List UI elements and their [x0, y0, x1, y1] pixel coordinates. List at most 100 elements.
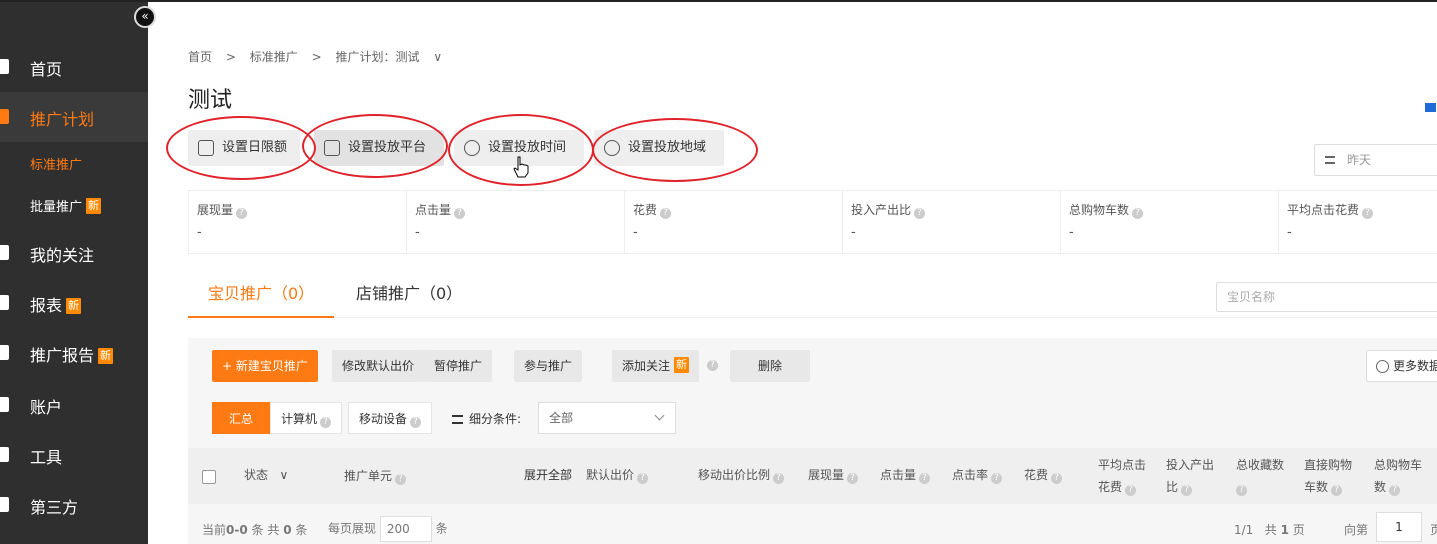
- sidebar-item-label: 第三方: [30, 498, 79, 517]
- account-icon: [0, 397, 9, 412]
- set-region-button[interactable]: 设置投放地域: [594, 130, 724, 166]
- metric-roi: 投入产出比? -: [843, 191, 1061, 253]
- th-ctr: 点击率?: [952, 464, 1003, 486]
- breadcrumb-standard[interactable]: 标准推广: [250, 50, 298, 64]
- help-icon: ?: [914, 208, 926, 219]
- set-platform-button[interactable]: 设置投放平台: [314, 130, 444, 166]
- pause-button[interactable]: 暂停推广: [424, 350, 493, 382]
- th-favorites: 总收藏数?: [1236, 458, 1285, 496]
- platform-icon: [324, 140, 340, 156]
- th-roi: 投入产出比?: [1166, 458, 1215, 496]
- select-all-checkbox[interactable]: [202, 470, 216, 484]
- clock-icon: [464, 140, 480, 156]
- th-cost: 花费?: [1024, 464, 1063, 486]
- expand-all-link[interactable]: 展开全部: [524, 464, 572, 486]
- breadcrumb-home[interactable]: 首页: [188, 50, 212, 64]
- record-summary: 当前0-0 条 共 0 条: [202, 523, 308, 537]
- sidebar-item-label: 首页: [30, 60, 63, 79]
- sidebar-item-label: 工具: [30, 448, 63, 467]
- location-icon: [604, 140, 620, 156]
- set-daily-limit-button[interactable]: 设置日限额: [188, 130, 300, 166]
- item-panel: + 新建宝贝推广 修改默认出价 暂停推广 参与推广 添加关注新 ? 删除 更多数…: [188, 338, 1437, 544]
- breadcrumb-plan: 推广计划：测试: [335, 50, 420, 64]
- breadcrumb-dropdown-icon[interactable]: ∨: [433, 50, 442, 64]
- sidebar-item-tools[interactable]: 工具: [0, 430, 148, 480]
- metric-avg-cpc: 平均点击花费? -: [1279, 191, 1437, 253]
- th-default-bid: 默认出价?: [586, 464, 649, 486]
- page-title: 测试: [188, 88, 233, 113]
- help-icon: ?: [454, 208, 466, 219]
- sidebar-item-report[interactable]: 报表新: [0, 278, 148, 328]
- subitem-label: 批量推广: [30, 200, 83, 215]
- chevron-down-icon: [654, 410, 665, 421]
- home-icon: [0, 59, 9, 74]
- video-guide-link[interactable]: 选: [1424, 98, 1437, 115]
- sidebar-item-label: 账户: [30, 398, 63, 417]
- follow-icon: [0, 245, 9, 260]
- metric-impressions: 展现量? -: [189, 191, 407, 253]
- segment-summary[interactable]: 汇总: [212, 402, 270, 434]
- help-icon: ?: [320, 417, 332, 428]
- page-number-input[interactable]: 1: [1376, 512, 1422, 542]
- sidebar-item-label: 我的关注: [30, 246, 95, 265]
- join-button[interactable]: 参与推广: [514, 350, 583, 382]
- th-mobile-ratio: 移动出价比例?: [698, 464, 785, 486]
- new-badge: 新: [66, 298, 82, 314]
- segment-computer[interactable]: 计算机?: [270, 402, 343, 434]
- pagination-footer: 当前0-0 条 共 0 条 每页展现 200 条 1/1 共 1 页 向第 1 …: [188, 512, 1437, 544]
- segment-mobile[interactable]: 移动设备?: [348, 402, 433, 434]
- th-direct-cart: 直接购物 车数?: [1304, 458, 1353, 496]
- page-size-control: 每页展现 200 条: [328, 516, 448, 542]
- more-data-button[interactable]: 更多数据: [1366, 350, 1437, 382]
- breadcrumb: 首页 > 标准推广 > 推广计划：测试 ∨: [188, 48, 452, 65]
- third-party-icon: [0, 497, 9, 512]
- subitem-label: 标准推广: [30, 158, 83, 173]
- calendar-icon: [1325, 156, 1335, 164]
- help-icon: ?: [236, 208, 248, 219]
- sidebar-item-label: 推广报告新: [30, 346, 114, 365]
- item-search-input[interactable]: 宝贝名称: [1216, 282, 1437, 312]
- daily-limit-icon: [198, 140, 214, 156]
- new-badge: 新: [98, 348, 114, 364]
- help-icon: ?: [707, 360, 718, 371]
- report-icon: [0, 295, 9, 310]
- date-picker[interactable]: 昨天: [1314, 144, 1437, 176]
- tab-shop-promo[interactable]: 店铺推广（0）: [336, 280, 482, 318]
- tab-item-promo[interactable]: 宝贝推广（0）: [188, 280, 335, 318]
- goto-label: 向第: [1344, 523, 1369, 537]
- hand-cursor-icon: [513, 156, 529, 178]
- sidebar-item-home[interactable]: 首页: [0, 42, 148, 92]
- sidebar-item-follow[interactable]: 我的关注: [0, 228, 148, 278]
- delete-button[interactable]: 删除: [730, 350, 810, 382]
- help-icon: ?: [660, 208, 672, 219]
- filter-select[interactable]: 全部: [538, 402, 676, 434]
- tools-icon: [0, 447, 9, 462]
- page-size-select[interactable]: 200: [379, 516, 432, 542]
- sidebar-item-label: 报表新: [30, 296, 82, 315]
- help-icon: ?: [1362, 208, 1374, 219]
- add-follow-button[interactable]: 添加关注新: [612, 350, 700, 382]
- th-total-cart: 总购物车数?: [1374, 458, 1423, 496]
- page-info: 1/1 共 1 页: [1234, 523, 1305, 537]
- new-badge: 新: [674, 357, 690, 373]
- th-clicks: 点击量?: [880, 464, 931, 486]
- sidebar-subitem-standard[interactable]: 标准推广: [30, 154, 82, 173]
- th-unit: 推广单元?: [344, 465, 407, 487]
- table-header: 状态 ∨ 推广单元? 展开全部 默认出价? 移动出价比例? 展现量? 点击量? …: [188, 448, 1437, 504]
- help-icon: ?: [410, 417, 422, 428]
- sidebar: 首页 推广计划 标准推广 批量推广新 我的关注 报表新 推广报告新 账户 工具 …: [0, 2, 148, 544]
- modify-bid-button[interactable]: 修改默认出价: [332, 350, 425, 382]
- th-impressions: 展现量?: [808, 464, 859, 486]
- sidebar-item-campaign[interactable]: 推广计划: [0, 92, 148, 142]
- sidebar-item-account[interactable]: 账户: [0, 380, 148, 430]
- sidebar-item-third-party[interactable]: 第三方: [0, 480, 148, 530]
- th-status[interactable]: 状态 ∨: [244, 464, 288, 486]
- video-camera-icon: [1424, 103, 1436, 112]
- campaign-icon: [0, 109, 9, 124]
- sidebar-item-label: 推广计划: [30, 110, 95, 129]
- sidebar-subitem-batch[interactable]: 批量推广新: [30, 196, 102, 215]
- new-item-promo-button[interactable]: + 新建宝贝推广: [212, 350, 318, 382]
- new-badge: 新: [86, 198, 102, 214]
- sidebar-item-promo-report[interactable]: 推广报告新: [0, 328, 148, 378]
- breadcrumb-sep: >: [311, 50, 322, 64]
